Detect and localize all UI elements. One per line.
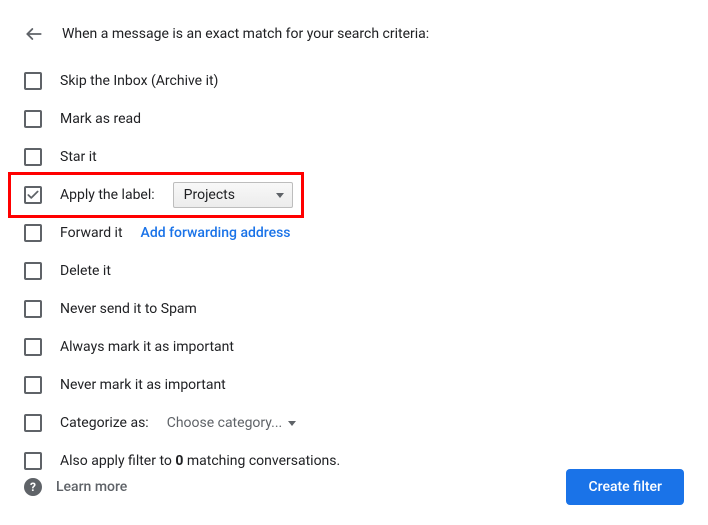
label-delete-it: Delete it [60, 263, 111, 279]
header-row: When a message is an exact match for you… [24, 24, 684, 44]
label-forward-it: Forward it [60, 225, 123, 241]
label-never-important: Never mark it as important [60, 377, 226, 393]
option-forward-it: Forward it Add forwarding address [24, 214, 684, 252]
label-always-important: Always mark it as important [60, 339, 234, 355]
header-title: When a message is an exact match for you… [62, 26, 429, 42]
learn-more-link[interactable]: Learn more [56, 479, 127, 495]
chevron-down-icon [288, 421, 296, 426]
chevron-down-icon [276, 193, 284, 198]
checkbox-categorize-as[interactable] [24, 414, 42, 432]
add-forwarding-link[interactable]: Add forwarding address [141, 225, 291, 241]
label-also-apply: Also apply filter to 0 matching conversa… [60, 453, 340, 469]
label-skip-inbox: Skip the Inbox (Archive it) [60, 73, 218, 89]
option-always-important: Always mark it as important [24, 328, 684, 366]
option-never-important: Never mark it as important [24, 366, 684, 404]
label-categorize-as: Categorize as: [60, 415, 149, 431]
checkbox-always-important[interactable] [24, 338, 42, 356]
label-never-spam: Never send it to Spam [60, 301, 197, 317]
option-mark-read: Mark as read [24, 100, 684, 138]
option-delete-it: Delete it [24, 252, 684, 290]
checkbox-forward-it[interactable] [24, 224, 42, 242]
apply-label-value: Projects [184, 187, 235, 203]
label-star-it: Star it [60, 149, 97, 165]
create-filter-button[interactable]: Create filter [566, 469, 684, 505]
also-apply-prefix: Also apply filter to [60, 453, 175, 469]
checkbox-never-spam[interactable] [24, 300, 42, 318]
label-apply-label: Apply the label: [60, 187, 155, 203]
categorize-value: Choose category... [167, 415, 283, 431]
option-categorize-as: Categorize as: Choose category... [24, 404, 684, 442]
checkbox-mark-read[interactable] [24, 110, 42, 128]
apply-label-dropdown[interactable]: Projects [173, 182, 293, 208]
option-never-spam: Never send it to Spam [24, 290, 684, 328]
option-skip-inbox: Skip the Inbox (Archive it) [24, 62, 684, 100]
checkbox-star-it[interactable] [24, 148, 42, 166]
categorize-dropdown[interactable]: Choose category... [167, 415, 297, 431]
help-icon[interactable]: ? [24, 478, 42, 496]
footer: ? Learn more Create filter [24, 469, 684, 505]
option-star-it: Star it [24, 138, 684, 176]
checkbox-delete-it[interactable] [24, 262, 42, 280]
checkbox-apply-label[interactable] [24, 186, 42, 204]
back-arrow-icon[interactable] [24, 24, 44, 44]
checkbox-never-important[interactable] [24, 376, 42, 394]
option-apply-label: Apply the label: Projects [24, 176, 684, 214]
label-mark-read: Mark as read [60, 111, 141, 127]
footer-left: ? Learn more [24, 478, 127, 496]
filter-options: Skip the Inbox (Archive it) Mark as read… [24, 62, 684, 480]
checkbox-skip-inbox[interactable] [24, 72, 42, 90]
also-apply-suffix: matching conversations. [183, 453, 340, 469]
checkbox-also-apply[interactable] [24, 452, 42, 470]
